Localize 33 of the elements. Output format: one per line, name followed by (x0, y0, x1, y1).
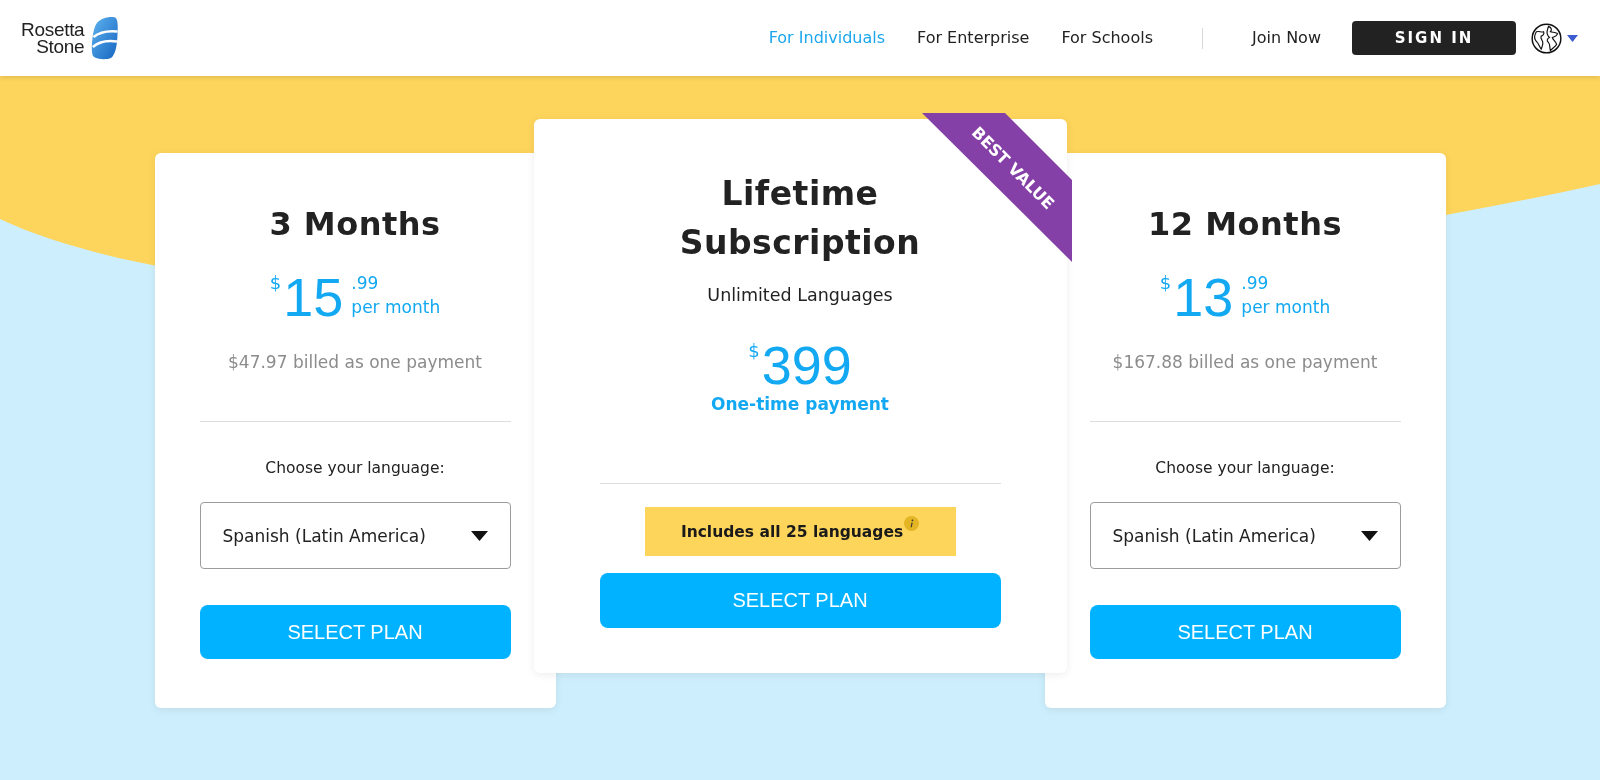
price-period: per month (1241, 296, 1331, 318)
language-label: Choose your language: (264, 458, 446, 479)
highlight-text: Includes all 25 languages (680, 521, 904, 543)
sign-in-button[interactable]: SIGN IN (1352, 21, 1516, 55)
price-cents: .99 (1241, 272, 1269, 294)
info-icon[interactable] (904, 516, 920, 531)
join-now-link[interactable]: Join Now (1251, 27, 1321, 49)
billing-note: $167.88 billed as one payment (1111, 351, 1379, 374)
price-amount: 399 (761, 338, 852, 392)
logo-wordmark[interactable]: Rosetta Stone (21, 21, 85, 55)
billing-note: $47.97 billed as one payment (227, 351, 483, 374)
plan-title: 3 Months (268, 204, 442, 244)
globe-icon[interactable] (1531, 22, 1562, 54)
price-amount: 15 (283, 270, 344, 324)
currency-symbol: $ (269, 273, 282, 293)
language-select[interactable]: Spanish (Latin America) (199, 502, 511, 569)
nav-link[interactable]: For Schools (1061, 27, 1153, 49)
currency-symbol: $ (1159, 273, 1172, 293)
language-select[interactable]: Spanish (Latin America) (1089, 502, 1401, 569)
plan-title: 12 Months (1147, 204, 1343, 244)
currency-symbol: $ (748, 341, 760, 361)
price-amount: 13 (1173, 270, 1234, 324)
plan-subtitle: Unlimited Languages (706, 284, 894, 307)
caret-icon[interactable] (1567, 34, 1578, 42)
caret-icon (1360, 530, 1378, 541)
price-note: One-time payment (710, 393, 890, 416)
price-period: per month (351, 296, 441, 318)
nav-link[interactable]: For Enterprise (917, 27, 1030, 49)
plan-title: Lifetime Subscription (678, 173, 922, 264)
language-label: Choose your language: (1154, 458, 1336, 479)
price-cents: .99 (351, 272, 379, 294)
logo-icon[interactable] (91, 16, 119, 60)
caret-icon (470, 530, 488, 541)
